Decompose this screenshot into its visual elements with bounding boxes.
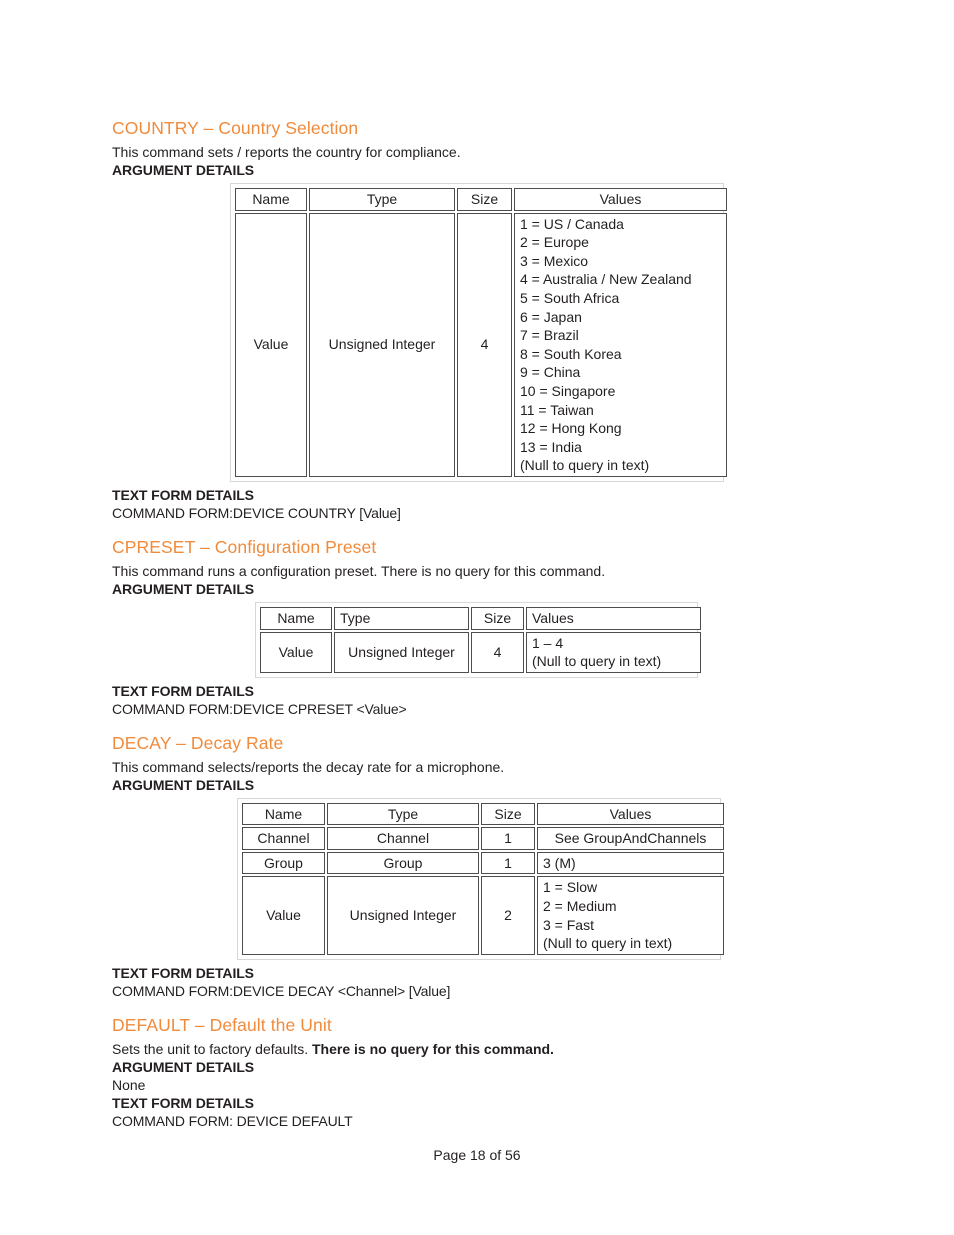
command-form-decay: COMMAND FORM:DEVICE DECAY <Channel> [Val… — [112, 982, 451, 999]
section-description-cpreset: This command runs a configuration preset… — [112, 562, 606, 579]
column-header-values: Values — [526, 606, 701, 630]
argument-table-cpreset: Name Type Size Values Value Unsigned Int… — [255, 601, 701, 678]
cell-size: 1 — [481, 851, 535, 875]
cell-size: 4 — [471, 631, 524, 673]
cell-name: Channel — [242, 827, 325, 850]
table-row: Value Unsigned Integer 2 1 = Slow 2 = Me… — [242, 876, 724, 955]
cell-type: Unsigned Integer — [334, 631, 469, 673]
command-form-cpreset: COMMAND FORM:DEVICE CPRESET <Value> — [112, 700, 407, 717]
cell-type: Unsigned Integer — [309, 212, 455, 477]
cell-name: Value — [242, 876, 325, 955]
table-row: Channel Channel 1 See GroupAndChannels — [242, 827, 724, 850]
table-row: Group Group 1 3 (M) — [242, 851, 724, 875]
cell-type: Group — [327, 851, 479, 875]
argument-table-country: Name Type Size Values Value Unsigned Int… — [230, 183, 727, 482]
argument-details-label-country: ARGUMENT DETAILS — [112, 162, 255, 178]
column-header-name: Name — [260, 606, 332, 630]
arguments-none-default: None — [112, 1076, 146, 1093]
argument-table-decay: Name Type Size Values Channel Channel 1 … — [237, 797, 724, 960]
section-heading-default: DEFAULT – Default the Unit — [112, 1014, 332, 1035]
column-header-size: Size — [471, 606, 524, 630]
section-description-country: This command sets / reports the country … — [112, 144, 461, 160]
section-heading-country: COUNTRY – Country Selection — [112, 118, 359, 138]
cell-size: 2 — [481, 876, 535, 955]
section-heading-cpreset: CPRESET – Configuration Preset — [112, 536, 377, 557]
section-country: COUNTRY – Country Selection This command… — [112, 118, 842, 522]
column-header-values: Values — [537, 802, 724, 826]
column-header-values: Values — [514, 188, 727, 211]
cell-values: 3 (M) — [537, 851, 724, 875]
argument-details-label-decay: ARGUMENT DETAILS — [112, 776, 255, 793]
document-body: COUNTRY – Country Selection This command… — [112, 118, 842, 1130]
table-header-row: Name Type Size Values — [242, 802, 724, 826]
description-plain-text: Sets the unit to factory defaults. — [112, 1040, 312, 1057]
cell-values: 1 = US / Canada 2 = Europe 3 = Mexico 4 … — [514, 212, 727, 477]
table-row: Value Unsigned Integer 4 1 = US / Canada… — [235, 212, 727, 477]
text-form-details-label-cpreset: TEXT FORM DETAILS — [112, 682, 254, 699]
column-header-type: Type — [309, 188, 455, 211]
table-header-row: Name Type Size Values — [260, 606, 701, 630]
column-header-type: Type — [327, 802, 479, 826]
cell-size: 1 — [481, 827, 535, 850]
cell-values: 1 = Slow 2 = Medium 3 = Fast (Null to qu… — [537, 876, 724, 955]
command-form-country: COMMAND FORM:DEVICE COUNTRY [Value] — [112, 504, 401, 521]
section-default: DEFAULT – Default the Unit Sets the unit… — [112, 1015, 842, 1130]
cell-size: 4 — [457, 212, 512, 477]
section-description-default: Sets the unit to factory defaults. There… — [112, 1040, 842, 1058]
page-footer: Page 18 of 56 — [433, 1147, 521, 1163]
column-header-size: Size — [481, 802, 535, 826]
argument-details-label-default: ARGUMENT DETAILS — [112, 1058, 255, 1075]
section-description-decay: This command selects/reports the decay r… — [112, 758, 505, 775]
command-form-default: COMMAND FORM: DEVICE DEFAULT — [112, 1112, 353, 1129]
column-header-size: Size — [457, 188, 512, 211]
description-bold-text: There is no query for this command. — [312, 1040, 554, 1057]
section-decay: DECAY – Decay Rate This command selects/… — [112, 733, 842, 1000]
column-header-type: Type — [334, 606, 469, 630]
cell-name: Value — [235, 212, 307, 477]
cell-values: 1 – 4 (Null to query in text) — [526, 631, 701, 673]
text-form-details-label-country: TEXT FORM DETAILS — [112, 486, 254, 503]
section-heading-decay: DECAY – Decay Rate — [112, 732, 284, 753]
text-form-details-label-decay: TEXT FORM DETAILS — [112, 964, 254, 981]
column-header-name: Name — [235, 188, 307, 211]
cell-name: Value — [260, 631, 332, 673]
argument-details-label-cpreset: ARGUMENT DETAILS — [112, 580, 255, 597]
text-form-details-label-default: TEXT FORM DETAILS — [112, 1094, 254, 1111]
column-header-name: Name — [242, 802, 325, 826]
table-header-row: Name Type Size Values — [235, 188, 727, 211]
section-cpreset: CPRESET – Configuration Preset This comm… — [112, 537, 842, 718]
cell-values: See GroupAndChannels — [537, 827, 724, 850]
cell-type: Unsigned Integer — [327, 876, 479, 955]
cell-type: Channel — [327, 827, 479, 850]
cell-name: Group — [242, 851, 325, 875]
table-row: Value Unsigned Integer 4 1 – 4 (Null to … — [260, 631, 701, 673]
